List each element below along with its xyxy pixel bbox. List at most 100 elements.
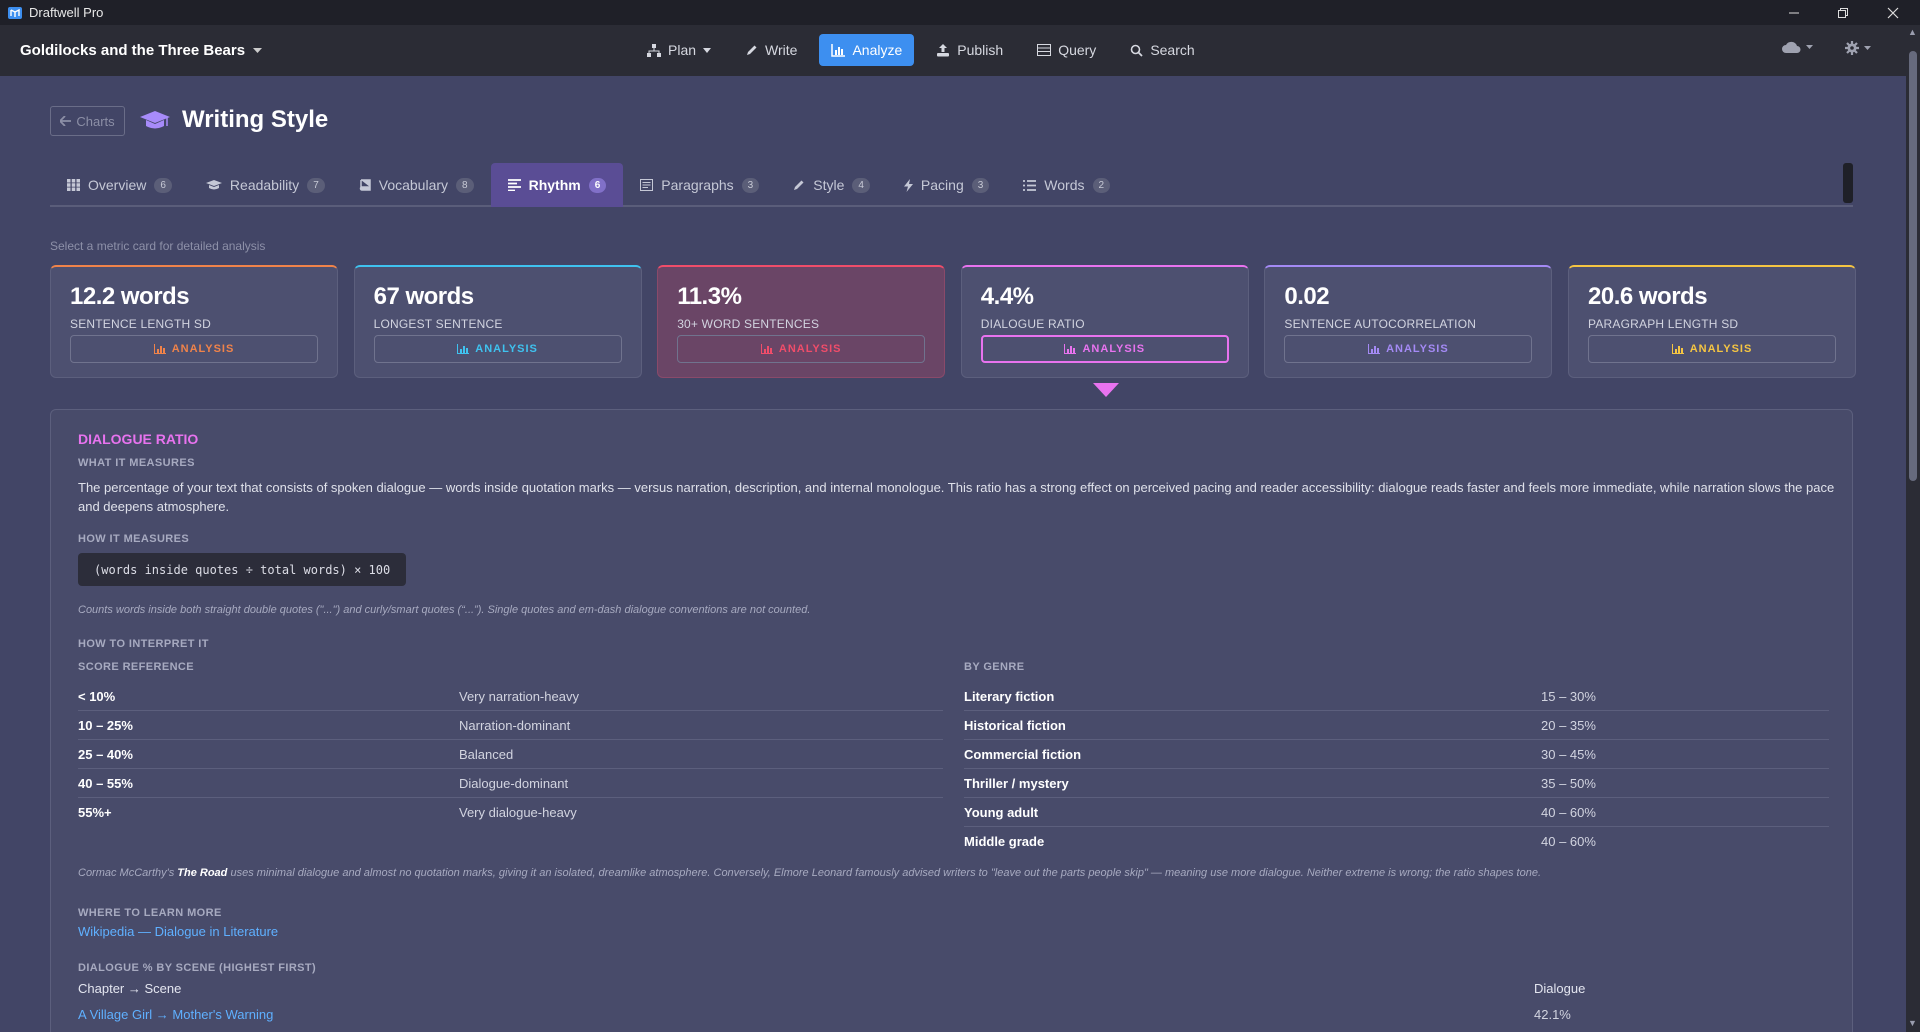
tab-pacing[interactable]: Pacing 3 bbox=[887, 163, 1006, 207]
score-row: 25 – 40% Balanced bbox=[78, 740, 943, 769]
align-left-icon bbox=[507, 179, 521, 191]
genre-name: Historical fiction bbox=[964, 717, 1066, 733]
analysis-button[interactable]: ANALYSIS bbox=[70, 335, 318, 363]
main-nav: Plan Write Analyze Publish Query Search bbox=[635, 34, 1207, 66]
metric-value: 67 words bbox=[373, 283, 475, 310]
tab-label: Vocabulary bbox=[378, 177, 449, 193]
tab-words[interactable]: Words 2 bbox=[1006, 163, 1127, 207]
what-it-measures-heading: WHAT IT MEASURES bbox=[78, 457, 195, 469]
restore-button[interactable] bbox=[1820, 0, 1866, 25]
genre-range: 15 – 30% bbox=[1541, 688, 1596, 704]
minimize-button[interactable] bbox=[1771, 0, 1817, 25]
tab-overview[interactable]: Overview 6 bbox=[50, 163, 189, 207]
caret-down-icon bbox=[703, 47, 712, 53]
nav-search-label: Search bbox=[1150, 42, 1195, 58]
nav-plan-label: Plan bbox=[668, 42, 697, 58]
caret-down-icon bbox=[1864, 45, 1871, 50]
scene-dialogue-value: 42.1% bbox=[1534, 1007, 1571, 1022]
bar-chart-icon bbox=[760, 344, 773, 354]
tab-style[interactable]: Style 4 bbox=[776, 163, 887, 207]
by-genre-heading: BY GENRE bbox=[964, 661, 1025, 673]
learn-more-link[interactable]: Wikipedia — Dialogue in Literature bbox=[78, 924, 278, 939]
metric-card-sentence-length-sd[interactable]: 12.2 words SENTENCE LENGTH SD ANALYSIS bbox=[50, 265, 338, 378]
metric-card-paragraph-length-sd[interactable]: 20.6 words PARAGRAPH LENGTH SD ANALYSIS bbox=[1568, 265, 1856, 378]
dialogue-column-header: Dialogue bbox=[1534, 981, 1586, 996]
back-to-charts-button[interactable]: Charts bbox=[50, 106, 125, 136]
metric-value: 4.4% bbox=[980, 283, 1034, 310]
nav-write[interactable]: Write bbox=[733, 34, 809, 66]
tab-count-badge: 4 bbox=[852, 177, 870, 193]
nav-publish-label: Publish bbox=[957, 42, 1004, 58]
cloud-sync-dropdown[interactable] bbox=[1781, 41, 1813, 54]
close-button[interactable] bbox=[1870, 0, 1916, 25]
metric-card-longest-sentence[interactable]: 67 words LONGEST SENTENCE ANALYSIS bbox=[353, 265, 642, 378]
analysis-button[interactable]: ANALYSIS bbox=[373, 335, 622, 363]
score-range: 25 – 40% bbox=[78, 746, 133, 762]
score-description: Dialogue-dominant bbox=[459, 775, 569, 791]
scroll-down-icon[interactable]: ▼ bbox=[1908, 1018, 1917, 1028]
measurement-note: Counts words inside both straight double… bbox=[78, 604, 811, 616]
top-navbar: Goldilocks and the Three Bears Plan Writ… bbox=[0, 25, 1920, 76]
genre-row: Literary fiction 15 – 30% bbox=[964, 682, 1829, 711]
nav-plan[interactable]: Plan bbox=[635, 34, 723, 66]
score-row: < 10% Very narration-heavy bbox=[78, 682, 943, 711]
selected-card-pointer bbox=[1093, 383, 1119, 397]
learn-more-heading: WHERE TO LEARN MORE bbox=[78, 907, 222, 919]
scene-link[interactable]: A Village Girl → Mother's Warning bbox=[78, 1007, 273, 1022]
tab-label: Readability bbox=[229, 177, 300, 193]
genre-range: 40 – 60% bbox=[1541, 834, 1596, 849]
metric-card-long-sentences[interactable]: 11.3% 30+ WORD SENTENCES ANALYSIS bbox=[657, 265, 946, 378]
document-title-dropdown[interactable]: Goldilocks and the Three Bears bbox=[20, 42, 263, 59]
close-icon bbox=[1887, 7, 1899, 18]
quote-post: uses minimal dialogue and almost no quot… bbox=[227, 867, 1542, 879]
scroll-up-icon[interactable]: ▲ bbox=[1908, 27, 1917, 37]
nav-search[interactable]: Search bbox=[1118, 34, 1206, 66]
upload-icon bbox=[937, 43, 950, 56]
metric-value: 20.6 words bbox=[1588, 283, 1708, 310]
settings-dropdown[interactable] bbox=[1845, 41, 1871, 55]
analysis-button-label: ANALYSIS bbox=[778, 343, 842, 355]
tab-count-badge: 8 bbox=[456, 177, 474, 193]
bar-chart-icon bbox=[1064, 344, 1077, 354]
sitemap-icon bbox=[647, 43, 661, 57]
tab-label: Style bbox=[813, 177, 845, 193]
page-title-text: Writing Style bbox=[182, 106, 329, 133]
genre-range: 30 – 45% bbox=[1541, 746, 1596, 762]
tab-count-badge: 3 bbox=[971, 177, 990, 193]
grid-icon bbox=[67, 179, 80, 191]
analysis-button[interactable]: ANALYSIS bbox=[1284, 335, 1533, 363]
nav-query[interactable]: Query bbox=[1025, 34, 1108, 66]
page-scrollbar[interactable]: ▲ ▼ bbox=[1906, 25, 1920, 1032]
minimize-icon bbox=[1789, 12, 1799, 13]
analysis-button[interactable]: ANALYSIS bbox=[677, 335, 926, 363]
card-selection-hint: Select a metric card for detailed analys… bbox=[50, 239, 266, 253]
tab-count-badge: 6 bbox=[154, 177, 172, 193]
metric-label: 30+ WORD SENTENCES bbox=[677, 317, 820, 331]
genre-row: Historical fiction 20 – 35% bbox=[964, 711, 1829, 740]
tabs-scroll-handle[interactable] bbox=[1843, 163, 1853, 203]
analysis-button-label: ANALYSIS bbox=[171, 343, 235, 355]
metric-card-sentence-autocorrelation[interactable]: 0.02 SENTENCE AUTOCORRELATION ANALYSIS bbox=[1264, 265, 1553, 378]
nav-publish[interactable]: Publish bbox=[924, 34, 1015, 66]
app-logo-icon bbox=[8, 6, 22, 19]
tab-vocabulary[interactable]: Vocabulary 8 bbox=[342, 163, 491, 207]
tab-paragraphs[interactable]: Paragraphs 3 bbox=[623, 163, 776, 207]
graduation-cap-icon bbox=[140, 111, 170, 129]
book-title: The Road bbox=[177, 867, 228, 879]
graduation-cap-icon bbox=[205, 180, 222, 190]
analysis-button[interactable]: ANALYSIS bbox=[980, 335, 1229, 363]
tab-count-badge: 2 bbox=[1092, 177, 1111, 193]
metric-card-dialogue-ratio[interactable]: 4.4% DIALOGUE RATIO ANALYSIS bbox=[960, 265, 1249, 378]
tab-label: Pacing bbox=[920, 177, 964, 193]
genre-name: Literary fiction bbox=[964, 688, 1055, 704]
scene-table-heading: DIALOGUE % BY SCENE (HIGHEST FIRST) bbox=[78, 962, 317, 974]
scrollbar-thumb[interactable] bbox=[1909, 51, 1917, 481]
paragraph-list-icon bbox=[640, 179, 654, 191]
nav-analyze[interactable]: Analyze bbox=[819, 34, 915, 66]
tab-readability[interactable]: Readability 7 bbox=[189, 163, 342, 207]
metric-value: 11.3% bbox=[677, 283, 742, 310]
tab-rhythm[interactable]: Rhythm 6 bbox=[490, 163, 624, 207]
analysis-button[interactable]: ANALYSIS bbox=[1588, 335, 1836, 363]
score-description: Very dialogue-heavy bbox=[459, 805, 577, 820]
restore-icon bbox=[1838, 7, 1848, 18]
